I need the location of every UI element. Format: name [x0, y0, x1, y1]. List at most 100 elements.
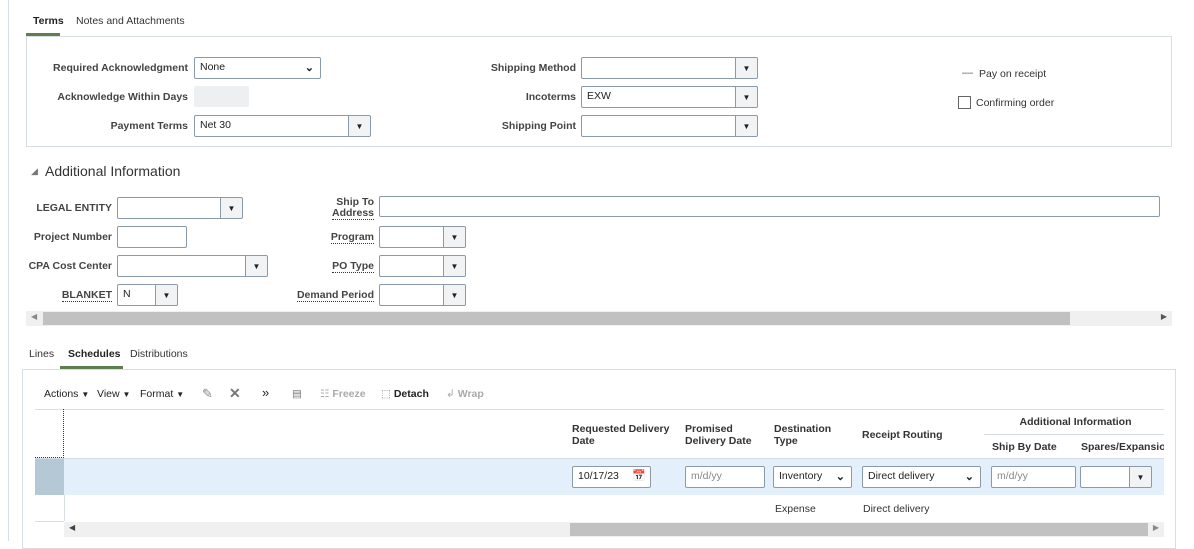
dropdown-icon[interactable]: ▼: [220, 198, 242, 218]
chevron-down-icon: ⌄: [964, 471, 974, 483]
incoterms-label: Incoterms: [525, 91, 576, 103]
promised-date-placeholder: m/d/yy: [691, 470, 722, 482]
collapse-triangle-icon[interactable]: ◢: [31, 166, 38, 177]
edit-pencil-icon[interactable]: ✎: [202, 386, 213, 402]
more-chevrons-icon[interactable]: »: [262, 385, 269, 400]
wrap-icon: ↲: [446, 388, 455, 400]
tab-distributions[interactable]: Distributions: [130, 348, 188, 360]
col-spares-expansion: Spares/Expansio: [1081, 441, 1164, 453]
scroll-right-icon[interactable]: ▶: [1153, 523, 1159, 532]
payment-terms-label: Payment Terms: [110, 120, 188, 132]
required-ack-value: None: [200, 61, 226, 73]
tab-schedules[interactable]: Schedules: [68, 348, 121, 360]
chevron-down-icon: ⌄: [304, 62, 314, 74]
row2-receipt-routing: Direct delivery: [863, 503, 930, 515]
ship-to-address-input[interactable]: [379, 196, 1160, 217]
requested-date-value: 10/17/23: [578, 470, 619, 482]
program-input[interactable]: ▼: [379, 226, 466, 248]
promised-date-input[interactable]: m/d/yy: [685, 466, 765, 488]
receipt-routing-value: Direct delivery: [868, 470, 935, 482]
format-label: Format: [140, 388, 174, 400]
shipping-point-input[interactable]: ▼: [581, 115, 758, 137]
dropdown-icon[interactable]: ▼: [735, 58, 757, 78]
wrap-label: Wrap: [457, 388, 484, 400]
requested-date-input[interactable]: 10/17/23 📅: [572, 466, 651, 488]
destination-type-value: Inventory: [779, 470, 823, 482]
tab-lines[interactable]: Lines: [29, 348, 54, 360]
scrollbar-thumb[interactable]: [570, 523, 1148, 536]
table-bottom-border: [35, 521, 64, 522]
dropdown-icon[interactable]: ▼: [245, 256, 267, 276]
blanket-input[interactable]: N ▼: [117, 284, 178, 306]
delete-x-icon[interactable]: ✕: [229, 385, 241, 402]
blanket-label: BLANKET: [61, 289, 112, 302]
required-ack-select[interactable]: None ⌄: [194, 57, 321, 79]
demand-period-input[interactable]: ▼: [379, 284, 466, 306]
incoterms-input[interactable]: EXW ▼: [581, 86, 758, 108]
view-label: View: [97, 388, 120, 400]
row-selector-column-border: [64, 495, 65, 521]
po-type-label: PO Type: [332, 260, 374, 273]
destination-type-select[interactable]: Inventory ⌄: [773, 466, 852, 488]
receipt-routing-select[interactable]: Direct delivery ⌄: [862, 466, 981, 488]
cpa-cost-center-label: CPA Cost Center: [28, 260, 112, 272]
scroll-left-icon[interactable]: ◀: [31, 312, 37, 321]
legal-entity-label: LEGAL ENTITY: [36, 202, 112, 214]
project-number-label: Project Number: [33, 231, 112, 243]
col-requested-delivery-date: Requested Delivery Date: [572, 423, 670, 447]
pay-on-receipt-value: —: [962, 67, 973, 79]
shipping-point-label: Shipping Point: [501, 120, 576, 132]
project-number-input[interactable]: [117, 226, 187, 248]
dropdown-icon[interactable]: ▼: [443, 227, 465, 247]
query-by-example-icon[interactable]: ▤: [292, 388, 302, 400]
chevron-down-icon: ⌄: [835, 471, 845, 483]
detach-icon: ⬚: [381, 388, 391, 400]
ship-by-date-input[interactable]: m/d/yy: [991, 466, 1076, 488]
dropdown-icon[interactable]: ▼: [735, 87, 757, 107]
page-left-border: [8, 0, 9, 541]
dropdown-icon[interactable]: ▼: [1129, 467, 1151, 487]
col-promised-delivery-date: Promised Delivery Date: [685, 423, 752, 447]
wrap-button[interactable]: ↲ Wrap: [446, 388, 484, 400]
col-ship-by-date: Ship By Date: [992, 441, 1057, 453]
col-destination-type: Destination Type: [774, 423, 832, 447]
freeze-button[interactable]: ☷ Freeze: [320, 388, 366, 400]
po-type-input[interactable]: ▼: [379, 255, 466, 277]
row-selector[interactable]: [35, 459, 64, 495]
pay-on-receipt-label: Pay on receipt: [979, 68, 1047, 80]
view-menu[interactable]: View ▼: [97, 388, 130, 400]
calendar-icon[interactable]: 📅: [632, 469, 646, 482]
scroll-right-icon[interactable]: ▶: [1161, 312, 1167, 321]
payment-terms-value: Net 30: [200, 119, 231, 131]
shipping-method-label: Shipping Method: [490, 62, 576, 74]
col-receipt-routing: Receipt Routing: [862, 429, 943, 441]
shipping-method-input[interactable]: ▼: [581, 57, 758, 79]
row2-destination-type: Expense: [775, 503, 816, 515]
demand-period-label: Demand Period: [296, 289, 374, 302]
dropdown-icon[interactable]: ▼: [348, 116, 370, 136]
additional-info-title: Additional Information: [45, 163, 181, 179]
horizontal-scrollbar[interactable]: ◀ ▶: [26, 311, 1172, 326]
dropdown-icon[interactable]: ▼: [155, 285, 177, 305]
freeze-label: Freeze: [332, 388, 366, 400]
format-menu[interactable]: Format ▼: [140, 388, 184, 400]
confirming-order-checkbox[interactable]: [958, 96, 971, 109]
dropdown-icon[interactable]: ▼: [735, 116, 757, 136]
blanket-value: N: [123, 288, 131, 300]
freeze-icon: ☷: [320, 388, 330, 400]
spares-expansion-input[interactable]: ▼: [1080, 466, 1152, 488]
dropdown-icon[interactable]: ▼: [443, 256, 465, 276]
table-horizontal-scrollbar[interactable]: ◀ ▶: [64, 522, 1164, 537]
legal-entity-input[interactable]: ▼: [117, 197, 243, 219]
ack-within-days-field: [194, 86, 249, 107]
scrollbar-thumb[interactable]: [43, 312, 1070, 325]
cpa-cost-center-input[interactable]: ▼: [117, 255, 268, 277]
scroll-left-icon[interactable]: ◀: [69, 523, 75, 532]
tab-terms[interactable]: Terms: [33, 15, 64, 27]
dropdown-icon[interactable]: ▼: [443, 285, 465, 305]
payment-terms-input[interactable]: Net 30 ▼: [194, 115, 371, 137]
detach-button[interactable]: ⬚ Detach: [381, 388, 429, 400]
actions-menu[interactable]: Actions ▼: [44, 388, 89, 400]
ack-within-days-label: Acknowledge Within Days: [57, 91, 188, 103]
tab-notes-attachments[interactable]: Notes and Attachments: [76, 15, 185, 27]
